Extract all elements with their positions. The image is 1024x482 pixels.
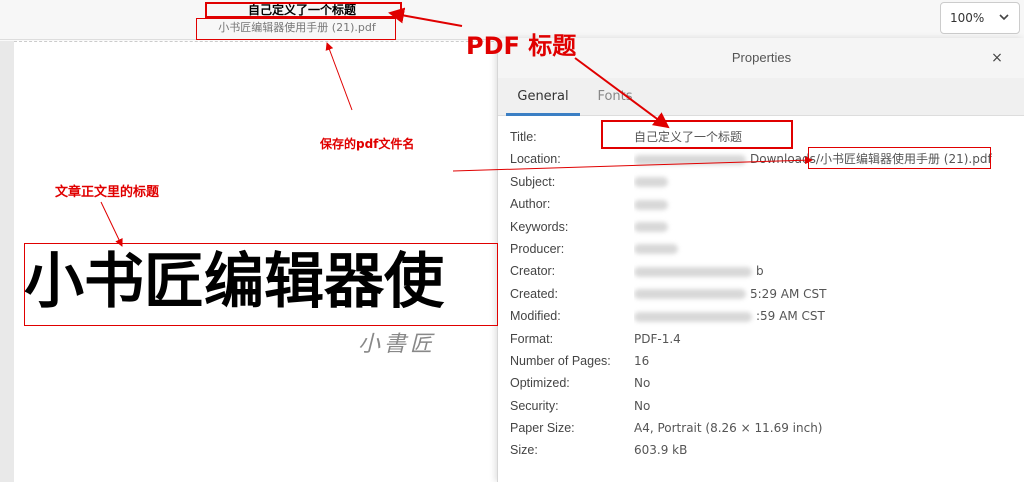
prop-value: b xyxy=(634,260,1014,282)
zoom-select[interactable]: 100% xyxy=(940,2,1020,34)
annotation-label-saved-filename: 保存的pdf文件名 xyxy=(320,137,415,151)
tab-fonts[interactable]: Fonts xyxy=(590,78,640,116)
prop-row-optimized: Optimized: No xyxy=(510,372,1015,394)
redacted-blur xyxy=(634,154,746,165)
redacted-blur xyxy=(634,266,752,277)
tab-bar: General Fonts xyxy=(498,78,1024,116)
annotation-box-page-heading xyxy=(24,243,498,326)
dialog-header: Properties × xyxy=(498,38,1024,78)
prop-row-producer: Producer: xyxy=(510,238,1015,260)
prop-key: Security: xyxy=(510,398,559,413)
prop-value: :59 AM CST xyxy=(634,305,1014,327)
prop-key: Number of Pages: xyxy=(510,353,611,368)
annotation-box-dialog-title xyxy=(601,120,793,149)
redacted-blur xyxy=(634,177,668,188)
prop-key: Author: xyxy=(510,197,551,212)
prop-value: No xyxy=(634,398,651,413)
prop-key: Producer: xyxy=(510,241,565,256)
dialog-title: Properties xyxy=(731,50,792,65)
prop-row-pages: Number of Pages: 16 xyxy=(510,350,1015,372)
prop-row-size: Size: 603.9 kB xyxy=(510,439,1015,461)
prop-row-subject: Subject: xyxy=(510,171,1015,193)
prop-value-text: b xyxy=(756,264,764,279)
prop-row-created: Created: 5:29 AM CST xyxy=(510,283,1015,305)
annotation-box-window-title xyxy=(205,2,402,18)
prop-value-text: 5:29 AM CST xyxy=(750,286,827,301)
properties-dialog: Properties × General Fonts Title: 自己定义了一… xyxy=(497,38,1024,482)
prop-key: Creator: xyxy=(510,264,556,279)
prop-value: 5:29 AM CST xyxy=(634,283,1014,305)
redacted-blur xyxy=(634,244,678,255)
prop-row-creator: Creator: b xyxy=(510,260,1015,282)
prop-row-author: Author: xyxy=(510,193,1015,215)
prop-value: 603.9 kB xyxy=(634,443,688,458)
annotation-label-pdf-title: PDF 标题 xyxy=(466,32,577,60)
annotation-label-article-title: 文章正文里的标题 xyxy=(55,185,160,200)
prop-row-security: Security: No xyxy=(510,395,1015,417)
tab-general[interactable]: General xyxy=(506,78,580,116)
prop-value: PDF-1.4 xyxy=(634,331,681,346)
close-icon[interactable]: × xyxy=(987,48,1007,68)
prop-key: Size: xyxy=(510,443,538,458)
annotation-box-filename xyxy=(196,18,396,40)
redacted-blur xyxy=(634,289,746,300)
prop-row-format: Format: PDF-1.4 xyxy=(510,328,1015,350)
zoom-value: 100% xyxy=(950,11,985,25)
prop-value xyxy=(634,193,1014,215)
prop-key: Paper Size: xyxy=(510,421,575,436)
prop-key: Optimized: xyxy=(510,376,570,391)
watermark-logo: 小書匠 xyxy=(358,332,437,357)
redacted-blur xyxy=(634,222,668,233)
prop-key: Location: xyxy=(510,152,561,167)
prop-key: Format: xyxy=(510,331,554,346)
redacted-blur xyxy=(634,199,668,210)
prop-value: A4, Portrait (8.26 × 11.69 inch) xyxy=(634,421,823,436)
redacted-blur xyxy=(634,311,752,322)
prop-key: Modified: xyxy=(510,309,561,324)
prop-value xyxy=(634,216,1014,238)
prop-key: Keywords: xyxy=(510,219,569,234)
chevron-down-icon xyxy=(999,14,1009,21)
prop-value: 16 xyxy=(634,353,650,368)
prop-value xyxy=(634,238,1014,260)
prop-value xyxy=(634,171,1014,193)
prop-key: Subject: xyxy=(510,174,556,189)
annotation-box-location xyxy=(808,147,991,169)
prop-row-keywords: Keywords: xyxy=(510,216,1015,238)
prop-row-modified: Modified: :59 AM CST xyxy=(510,305,1015,327)
prop-row-paper-size: Paper Size: A4, Portrait (8.26 × 11.69 i… xyxy=(510,417,1015,439)
prop-value: No xyxy=(634,376,651,391)
prop-key: Created: xyxy=(510,286,558,301)
property-list: Title: 自己定义了一个标题 Location: Downloads/小书匠… xyxy=(510,126,1015,462)
prop-value-text: :59 AM CST xyxy=(756,309,825,324)
